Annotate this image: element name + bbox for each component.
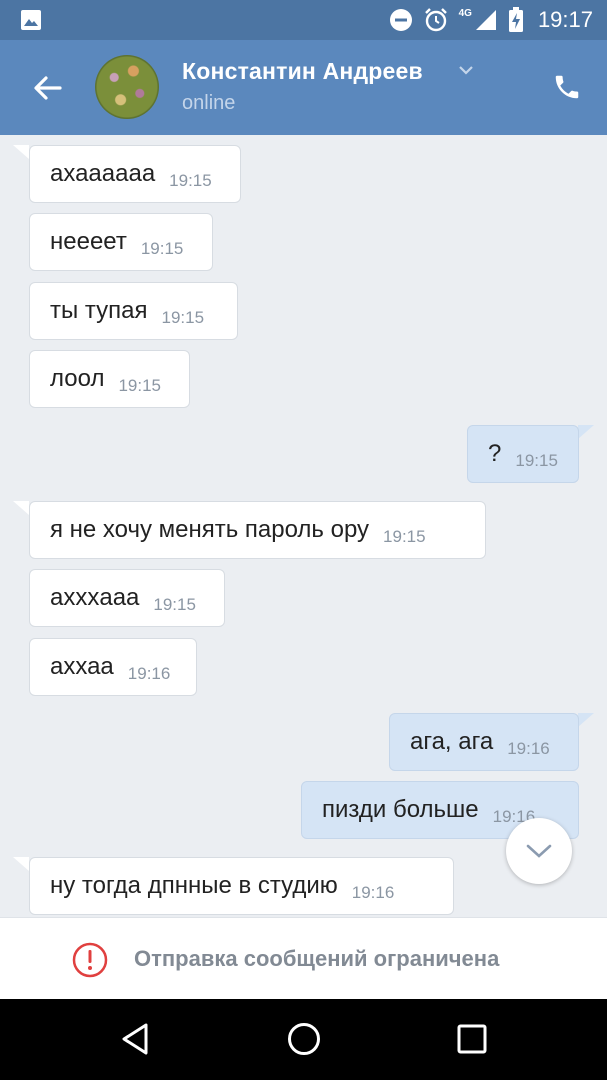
message-text: пизди больше (322, 796, 479, 823)
nav-recents-icon[interactable] (456, 1023, 488, 1055)
signal-icon (475, 10, 496, 30)
messaging-restricted-bar: Отправка сообщений ограничена (0, 917, 607, 1000)
message-time: 19:15 (515, 451, 558, 470)
message-incoming[interactable]: ну тогда дпнные в студию 19:16 (29, 857, 454, 915)
phone-icon[interactable] (552, 72, 582, 102)
clock: 19:17 (537, 7, 593, 32)
chat-header: Константин Андреев online (0, 40, 607, 135)
nav-back-icon[interactable] (118, 1021, 152, 1057)
message-time: 19:15 (118, 376, 161, 395)
network-type: 4G (458, 7, 472, 19)
message-text: неееет (50, 228, 127, 255)
message-time: 19:16 (351, 883, 395, 902)
battery-charging-icon (508, 7, 523, 32)
message-text: ага, ага (410, 728, 494, 755)
message-outgoing[interactable]: ? 19:15 (467, 425, 579, 483)
message-text: ахаааааа (50, 160, 156, 187)
message-time: 19:16 (127, 664, 171, 683)
contact-status: online (182, 92, 236, 114)
image-notification-icon (21, 10, 41, 30)
message-text: ты тупая (50, 297, 148, 324)
message-incoming[interactable]: аххаа 19:16 (29, 638, 197, 696)
restriction-text: Отправка сообщений ограничена (134, 946, 500, 971)
system-nav-bar (0, 999, 607, 1080)
message-incoming[interactable]: лоол 19:15 (29, 350, 190, 408)
message-outgoing[interactable]: ага, ага 19:16 (389, 713, 579, 771)
avatar[interactable] (95, 55, 159, 119)
message-incoming[interactable]: я не хочу менять пароль ору 19:15 (29, 501, 486, 559)
scroll-to-bottom-button[interactable] (506, 818, 572, 884)
warning-icon (72, 942, 108, 978)
bubble-tail (13, 145, 29, 159)
message-incoming[interactable]: аххxааа 19:15 (29, 569, 225, 627)
message-time: 19:15 (153, 595, 196, 614)
message-time: 19:15 (161, 308, 205, 327)
message-time: 19:15 (140, 239, 184, 258)
alarm-icon (424, 8, 447, 32)
message-time: 19:15 (169, 171, 212, 190)
chevron-down-icon (526, 844, 552, 858)
message-text: аххxааа (50, 584, 140, 611)
message-incoming[interactable]: ты тупая 19:15 (29, 282, 238, 340)
chevron-down-icon[interactable] (458, 64, 474, 76)
status-bar: 4G 19:17 (0, 0, 607, 40)
message-incoming[interactable]: ахаааааа 19:15 (29, 145, 241, 203)
message-text: ? (488, 440, 502, 467)
message-text: я не хочу менять пароль ору (50, 516, 370, 543)
bubble-tail (13, 501, 29, 515)
back-arrow-icon[interactable] (30, 70, 66, 106)
nav-home-icon[interactable] (286, 1021, 322, 1057)
message-time: 19:15 (383, 527, 426, 546)
contact-name[interactable]: Константин Андреев (182, 58, 423, 85)
bubble-tail (13, 857, 29, 871)
message-text: лоол (50, 365, 105, 392)
message-text: ну тогда дпнные в студию (50, 872, 338, 899)
do-not-disturb-icon (389, 9, 412, 31)
message-incoming[interactable]: неееет 19:15 (29, 213, 213, 271)
message-time: 19:16 (507, 739, 550, 758)
bubble-tail (578, 425, 594, 439)
message-text: аххаа (50, 653, 114, 680)
bubble-tail (578, 713, 594, 727)
